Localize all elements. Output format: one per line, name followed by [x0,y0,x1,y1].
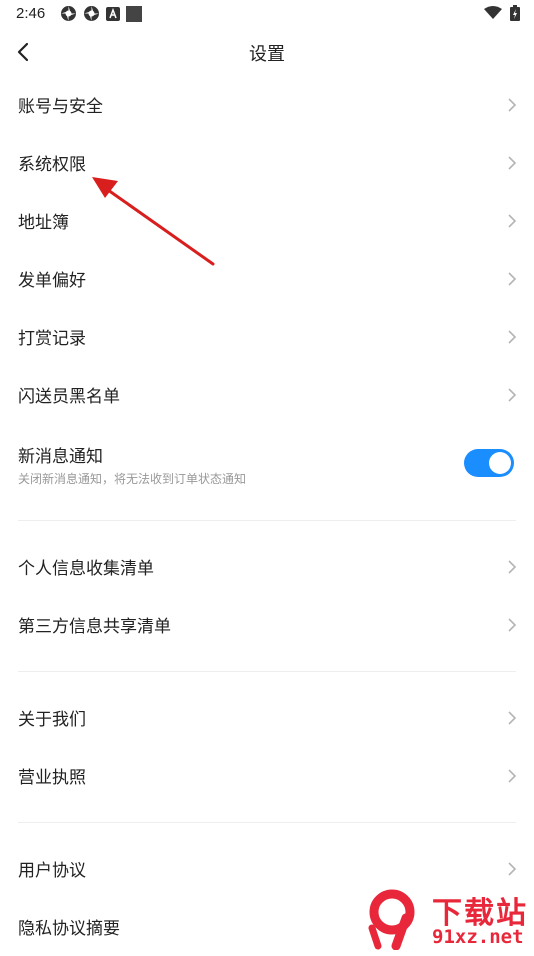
watermark-url: 91xz.net [432,926,524,948]
settings-gear-icon [61,6,76,21]
page-title: 设置 [249,44,285,65]
settings-item-label: 用户协议 [18,861,86,881]
chevron-right-icon [508,98,517,112]
chevron-right-icon [508,769,517,783]
settings-item-tip-records[interactable]: 打赏记录 [0,308,534,366]
a-box-icon [106,6,120,21]
settings-item-label: 系统权限 [18,155,86,175]
square-icon [126,5,142,22]
settings-item-label: 关于我们 [18,710,86,730]
chevron-right-icon [508,330,517,344]
settings-item-label: 闪送员黑名单 [18,387,120,407]
status-time: 2:46 [16,5,46,22]
chevron-right-icon [508,272,517,286]
section-divider [18,671,516,672]
settings-item-personal-info-list[interactable]: 个人信息收集清单 [0,538,534,596]
nav-bar: 设置 [0,28,534,76]
wifi-icon [484,6,502,19]
settings-item-third-party-sharing-list[interactable]: 第三方信息共享清单 [0,596,534,654]
chevron-right-icon [508,711,517,725]
settings-item-label: 账号与安全 [18,97,103,117]
settings-item-label: 发单偏好 [18,271,86,291]
chevron-right-icon [508,618,517,632]
settings-item-address-book[interactable]: 地址簿 [0,192,534,250]
settings-item-label: 营业执照 [18,768,86,788]
status-icons-right [484,5,520,21]
chevron-right-icon [508,560,517,574]
settings-item-order-preferences[interactable]: 发单偏好 [0,250,534,308]
notify-label: 新消息通知 [18,447,103,467]
settings-item-system-permissions[interactable]: 系统权限 [0,134,534,192]
section-divider [18,520,516,521]
watermark-9-icon [368,889,415,950]
settings-item-label: 个人信息收集清单 [18,559,154,579]
settings-item-label: 第三方信息共享清单 [18,617,171,637]
section-divider [18,822,516,823]
toggle-knob [489,452,511,474]
watermark-logo: 下载站 91xz.net [360,888,534,950]
notify-toggle[interactable] [464,449,514,477]
settings-item-account-security[interactable]: 账号与安全 [0,76,534,134]
settings-item-about-us[interactable]: 关于我们 [0,689,534,747]
settings-item-label: 地址簿 [18,213,69,233]
status-bar: 2:46 [0,0,534,28]
notify-description: 关闭新消息通知，将无法收到订单状态通知 [18,472,247,486]
settings-gear-icon [84,6,99,21]
chevron-right-icon [508,862,517,876]
settings-item-courier-blacklist[interactable]: 闪送员黑名单 [0,366,534,424]
status-icons-left [60,5,142,22]
battery-icon [510,5,520,21]
settings-item-label: 隐私协议摘要 [18,919,120,939]
settings-item-label: 打赏记录 [18,329,86,349]
chevron-right-icon [508,388,517,402]
settings-item-business-license[interactable]: 营业执照 [0,747,534,805]
chevron-right-icon [508,156,517,170]
settings-item-new-message-notify: 新消息通知 关闭新消息通知，将无法收到订单状态通知 [0,428,534,508]
chevron-right-icon [508,214,517,228]
